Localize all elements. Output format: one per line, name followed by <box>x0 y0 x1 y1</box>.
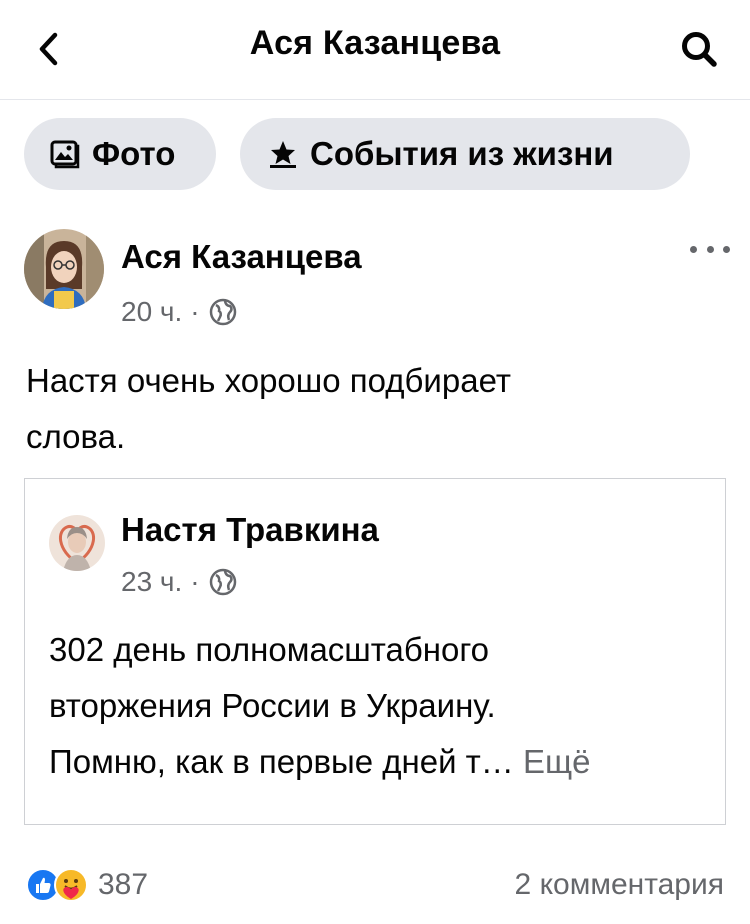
photo-album-icon <box>50 139 80 169</box>
post-footer: 387 2 комментария <box>0 858 750 918</box>
photo-chip-label: Фото <box>92 135 176 172</box>
life-events-chip-label: События из жизни <box>310 135 614 172</box>
shared-author-avatar[interactable] <box>49 515 105 571</box>
shared-post-meta: 23 ч. · <box>121 566 238 598</box>
shared-text-truncated: Помню, как в первые дней т… <box>49 743 514 780</box>
shared-text-line: 302 день полномасштабного <box>49 631 490 668</box>
meta-separator: · <box>190 296 200 327</box>
globe-icon <box>209 568 236 596</box>
post-text-line: Настя очень хорошо подбирает <box>26 362 511 399</box>
care-icon <box>54 868 88 902</box>
post-text-line: слова. <box>26 418 126 455</box>
shared-post-text: 302 день полномасштабного вторжения Росс… <box>49 622 709 790</box>
shared-text-line: Помню, как в первые дней т… Ещё <box>49 734 709 790</box>
reactions-summary[interactable]: 387 <box>26 868 148 902</box>
search-button[interactable] <box>674 24 724 74</box>
page-title: Ася Казанцева <box>249 24 501 62</box>
globe-icon <box>209 298 236 326</box>
search-icon <box>682 32 717 67</box>
post-meta: 20 ч. · <box>121 296 238 328</box>
more-horizontal-icon <box>690 245 697 253</box>
shared-text-line: вторжения России в Украину. <box>49 687 496 724</box>
life-events-chip[interactable]: События из жизни <box>240 118 690 190</box>
top-bar: Ася Казанцева <box>0 0 750 100</box>
star-icon <box>268 139 298 169</box>
author-avatar[interactable] <box>24 229 104 309</box>
shared-post-timestamp[interactable]: 23 ч. <box>121 566 182 598</box>
comments-count[interactable]: 2 комментария <box>515 868 724 902</box>
post-author-name[interactable]: Ася Казанцева <box>121 238 362 276</box>
see-more-link[interactable]: Ещё <box>523 743 591 780</box>
shared-author-name[interactable]: Настя Травкина <box>121 511 379 549</box>
post-text: Настя очень хорошо подбирает слова. <box>26 353 716 465</box>
photo-chip[interactable]: Фото <box>24 118 216 190</box>
reactions-count: 387 <box>98 868 149 901</box>
shared-post-card[interactable]: Настя Травкина 23 ч. · 302 день полномас… <box>24 478 726 825</box>
post-timestamp[interactable]: 20 ч. <box>121 296 182 328</box>
more-options-button[interactable] <box>690 234 730 264</box>
meta-separator: · <box>190 566 200 597</box>
